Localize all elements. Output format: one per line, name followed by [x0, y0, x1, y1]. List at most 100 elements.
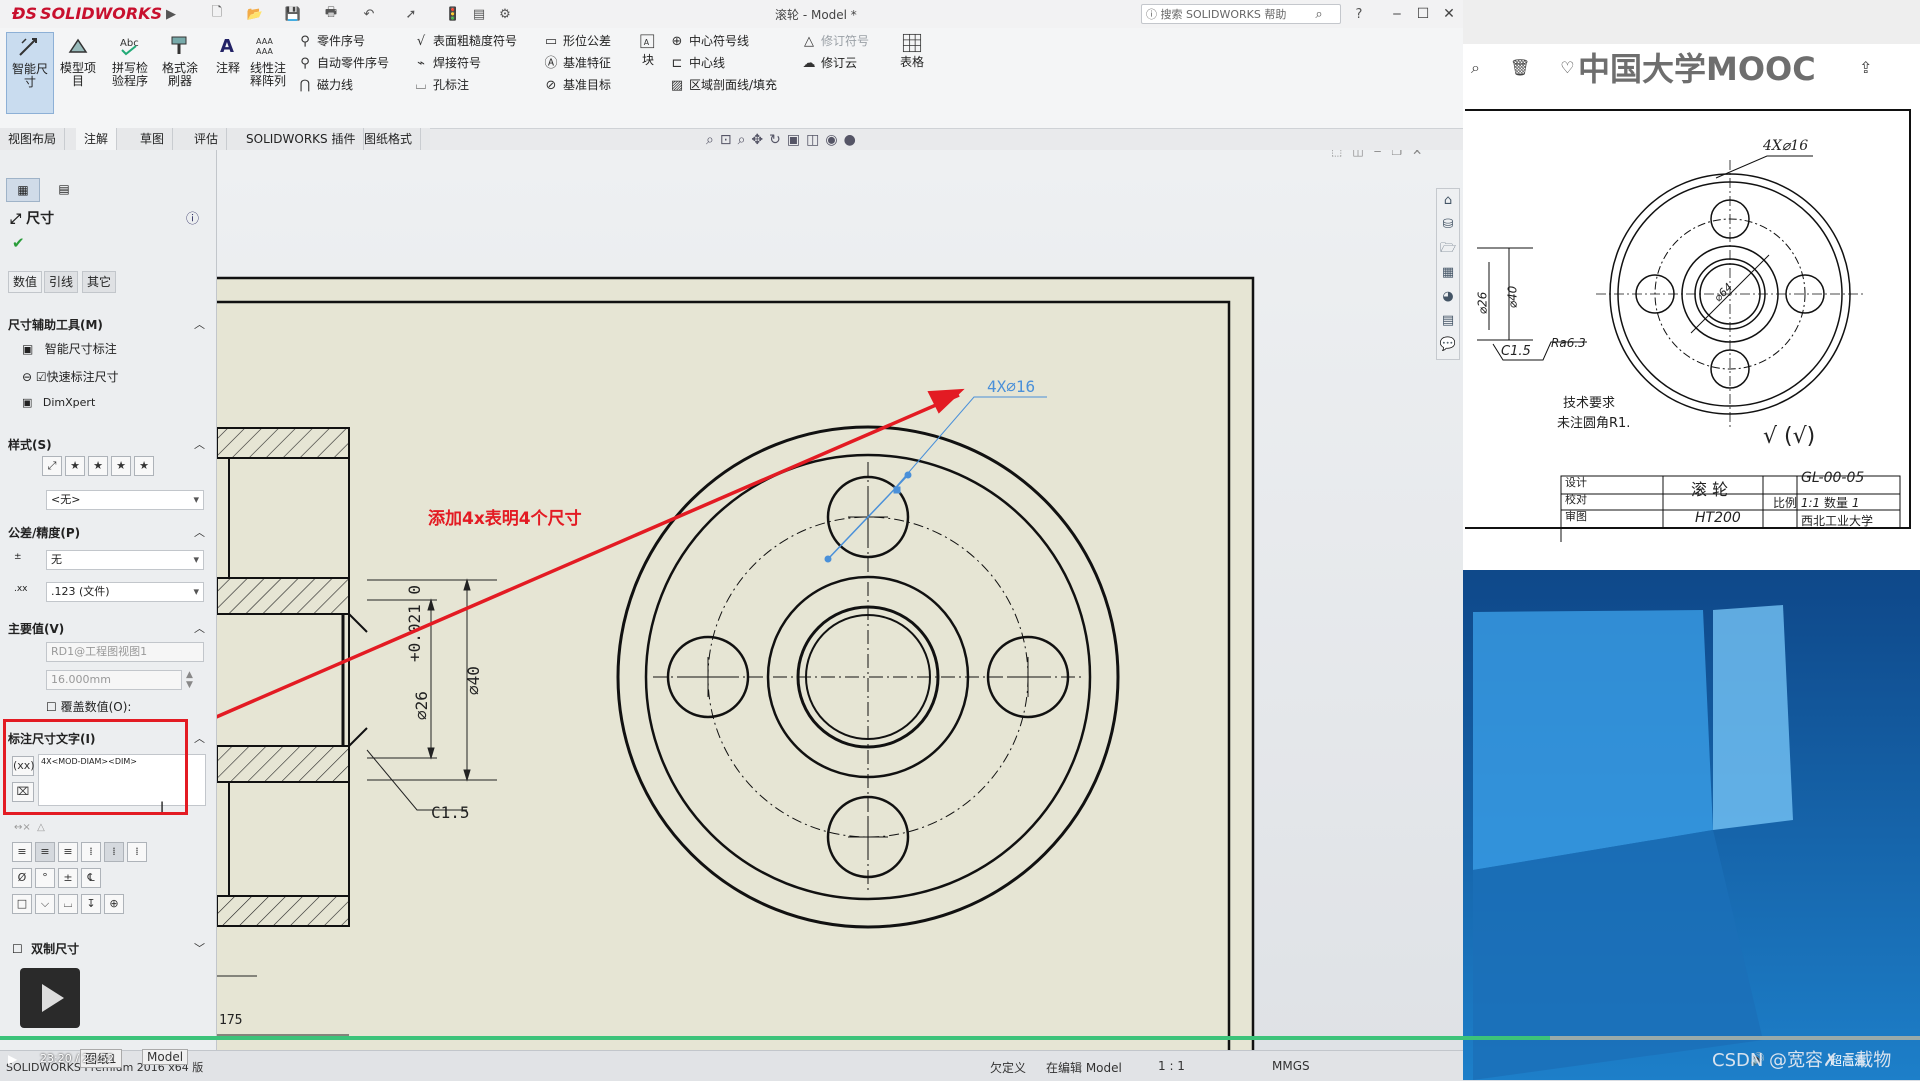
more-symbols-icon[interactable]: ⊕ — [104, 894, 124, 914]
datum-target-button[interactable]: ⊘ 基准目标 — [542, 74, 611, 96]
geometric-tolerance-button[interactable]: ▭ 形位公差 — [542, 30, 611, 52]
dual-dimension-checkbox[interactable]: ☐ — [12, 942, 31, 956]
sheet-tab-model[interactable]: Model — [142, 1049, 189, 1065]
subtab-leaders[interactable]: 引线 — [44, 271, 79, 293]
tab-annotation[interactable]: 注解 — [76, 128, 118, 150]
custom-properties-icon[interactable]: ▤ — [1437, 309, 1459, 333]
linear-note-pattern-button[interactable]: AAA AAA 线性注释阵列 — [246, 32, 290, 112]
subtab-value[interactable]: 数值 — [8, 271, 43, 293]
text-above-icon[interactable]: ⁞ — [81, 842, 101, 862]
play-button[interactable] — [20, 968, 80, 1028]
degree-symbol-icon[interactable]: ° — [35, 868, 55, 888]
options-icon[interactable]: ⚙ — [496, 5, 514, 23]
dim-175-label[interactable]: 175 — [219, 1013, 242, 1028]
countersink-symbol-icon[interactable]: ⌵ — [35, 894, 55, 914]
format-painter-button[interactable]: 格式涂刷器 — [158, 32, 202, 112]
section-primary-value-title[interactable]: 主要值(V) — [8, 620, 64, 637]
magnetic-line-button[interactable]: ⋂ 磁力线 — [296, 74, 389, 96]
open-icon[interactable]: 📂 — [246, 5, 264, 23]
menu-expand-icon[interactable]: ▶ — [162, 5, 180, 23]
file-properties-icon[interactable]: ▤ — [470, 5, 488, 23]
video-play-icon[interactable]: ▶ — [8, 1052, 17, 1066]
save-icon[interactable]: 💾 — [284, 5, 302, 23]
tab-view-layout[interactable]: 视图布局 — [0, 128, 66, 150]
pan-icon[interactable]: ✥ — [751, 132, 769, 148]
print-icon[interactable]: 🖶 — [322, 5, 340, 23]
file-explorer-icon[interactable]: 🗁 — [1437, 237, 1459, 261]
align-left-icon[interactable]: ≡ — [12, 842, 32, 862]
counterbore-symbol-icon[interactable]: ⌴ — [58, 894, 78, 914]
section-tolerance-title[interactable]: 公差/精度(P) — [8, 524, 80, 541]
dim-26-label[interactable]: ⌀26 — [412, 691, 431, 720]
collapse-chevron-icon[interactable]: ︿ — [194, 316, 205, 332]
resources-home-icon[interactable]: ⌂ — [1437, 189, 1459, 213]
depth-symbol-icon[interactable]: ↧ — [81, 894, 101, 914]
plus-minus-symbol-icon[interactable]: ± — [58, 868, 78, 888]
section-view-icon[interactable]: ▣ — [787, 132, 806, 148]
forum-icon[interactable]: 💬 — [1437, 333, 1459, 357]
new-document-icon[interactable]: 🗋 — [208, 5, 226, 23]
override-checkbox[interactable]: ☐ — [46, 700, 61, 714]
section-style-title[interactable]: 样式(S) — [8, 436, 52, 453]
expand-chevron-icon[interactable]: ﹀ — [194, 940, 205, 956]
viewport-close-icon[interactable]: ✕ — [1412, 150, 1432, 158]
drawing-sheet[interactable]: +0.021 0 ⌀26 ⌀40 C1.5 175 4X⌀16 — [217, 150, 1463, 1050]
delete-style-icon[interactable]: ★ — [88, 456, 108, 476]
quick-dim-checkbox[interactable]: ☑ — [36, 370, 47, 384]
delete-icon[interactable]: 🗑 — [1510, 58, 1560, 77]
tab-sheet-format[interactable]: 图纸格式 — [356, 128, 422, 150]
note-button[interactable]: A 注释 — [206, 32, 250, 112]
revision-symbol-button[interactable]: △ 修订符号 — [800, 30, 869, 52]
search-icon[interactable]: ⌕ — [1310, 5, 1328, 23]
model-items-button[interactable]: 模型项目 — [56, 32, 100, 112]
feature-manager-tab[interactable]: ▦ — [6, 178, 40, 202]
square-symbol-icon[interactable]: □ — [12, 894, 32, 914]
area-hatch-button[interactable]: ▨ 区域剖面线/填充 — [668, 74, 777, 96]
auto-balloon-button[interactable]: ⚲ 自动零件序号 — [296, 52, 389, 74]
table-button[interactable]: 表格 — [894, 32, 930, 112]
collapse-chevron-icon[interactable]: ︿ — [194, 620, 205, 636]
revision-cloud-button[interactable]: ☁ 修订云 — [800, 52, 869, 74]
tab-sketch[interactable]: 草图 — [132, 128, 174, 150]
zoom-area-icon[interactable]: ⊡ — [720, 132, 738, 148]
graphics-area[interactable]: +0.021 0 ⌀26 ⌀40 C1.5 175 4X⌀16 ⬚◫‒❐✕ — [217, 150, 1463, 1050]
centerline-symbol-icon[interactable]: ℄ — [81, 868, 101, 888]
split-icon[interactable]: ◫ — [1352, 150, 1373, 158]
diameter-symbol-icon[interactable]: Ø — [12, 868, 32, 888]
smart-dimensioning-option[interactable]: ▣ 智能尺寸标注 — [22, 340, 117, 357]
surface-finish-button[interactable]: √ 表面粗糙度符号 — [412, 30, 517, 52]
design-library-icon[interactable]: ⛁ — [1437, 213, 1459, 237]
view-palette-icon[interactable]: ▦ — [1437, 261, 1459, 285]
tab-evaluate[interactable]: 评估 — [186, 128, 228, 150]
align-right-icon[interactable]: ≡ — [58, 842, 78, 862]
save-style-icon[interactable]: ★ — [111, 456, 131, 476]
dimension-reference-field[interactable]: RD1@工程图视图1 — [46, 642, 204, 662]
select-icon[interactable]: ➚ — [402, 5, 420, 23]
solidworks-logo[interactable]: ƉS SOLIDWORKS — [12, 4, 162, 23]
maximize-button[interactable]: ☐ — [1412, 4, 1434, 24]
units-status[interactable]: MMGS — [1272, 1059, 1310, 1073]
tolerance-type-select[interactable]: 无 — [46, 550, 204, 570]
centerline-button[interactable]: ⊏ 中心线 — [668, 52, 777, 74]
subtab-other[interactable]: 其它 — [82, 271, 117, 293]
precision-select[interactable]: .123 (文件) — [46, 582, 204, 602]
rebuild-icon[interactable]: 🚦 — [444, 5, 462, 23]
balloon-button[interactable]: ⚲ 零件序号 — [296, 30, 389, 52]
dual-dimension-option[interactable]: ☐ 双制尺寸 — [12, 940, 79, 957]
help-icon[interactable]: ? — [1350, 5, 1368, 23]
minimize-button[interactable]: ‒ — [1386, 4, 1408, 24]
hide-show-icon[interactable]: ◉ — [825, 132, 843, 148]
add-style-icon[interactable]: ★ — [65, 456, 85, 476]
add-text-above-below-icon[interactable]: ↔× △ — [14, 822, 45, 833]
hole-callout-dimension[interactable]: 4X⌀16 — [987, 377, 1035, 396]
appearances-icon[interactable]: ◕ — [1437, 285, 1459, 309]
value-spinner-icon[interactable]: ▲ ▼ — [186, 670, 193, 690]
primary-value-field[interactable]: 16.000mm — [46, 670, 182, 690]
viewport-minimize-icon[interactable]: ‒ — [1374, 150, 1392, 158]
text-middle-icon[interactable]: ⁞ — [104, 842, 124, 862]
tile-icon[interactable]: ⬚ — [1331, 150, 1352, 158]
align-center-icon[interactable]: ≡ — [35, 842, 55, 862]
block-button[interactable]: A 块 — [630, 32, 666, 112]
tab-addins[interactable]: SOLIDWORKS 插件 — [238, 128, 365, 150]
appearance-icon[interactable]: ● — [844, 132, 862, 148]
